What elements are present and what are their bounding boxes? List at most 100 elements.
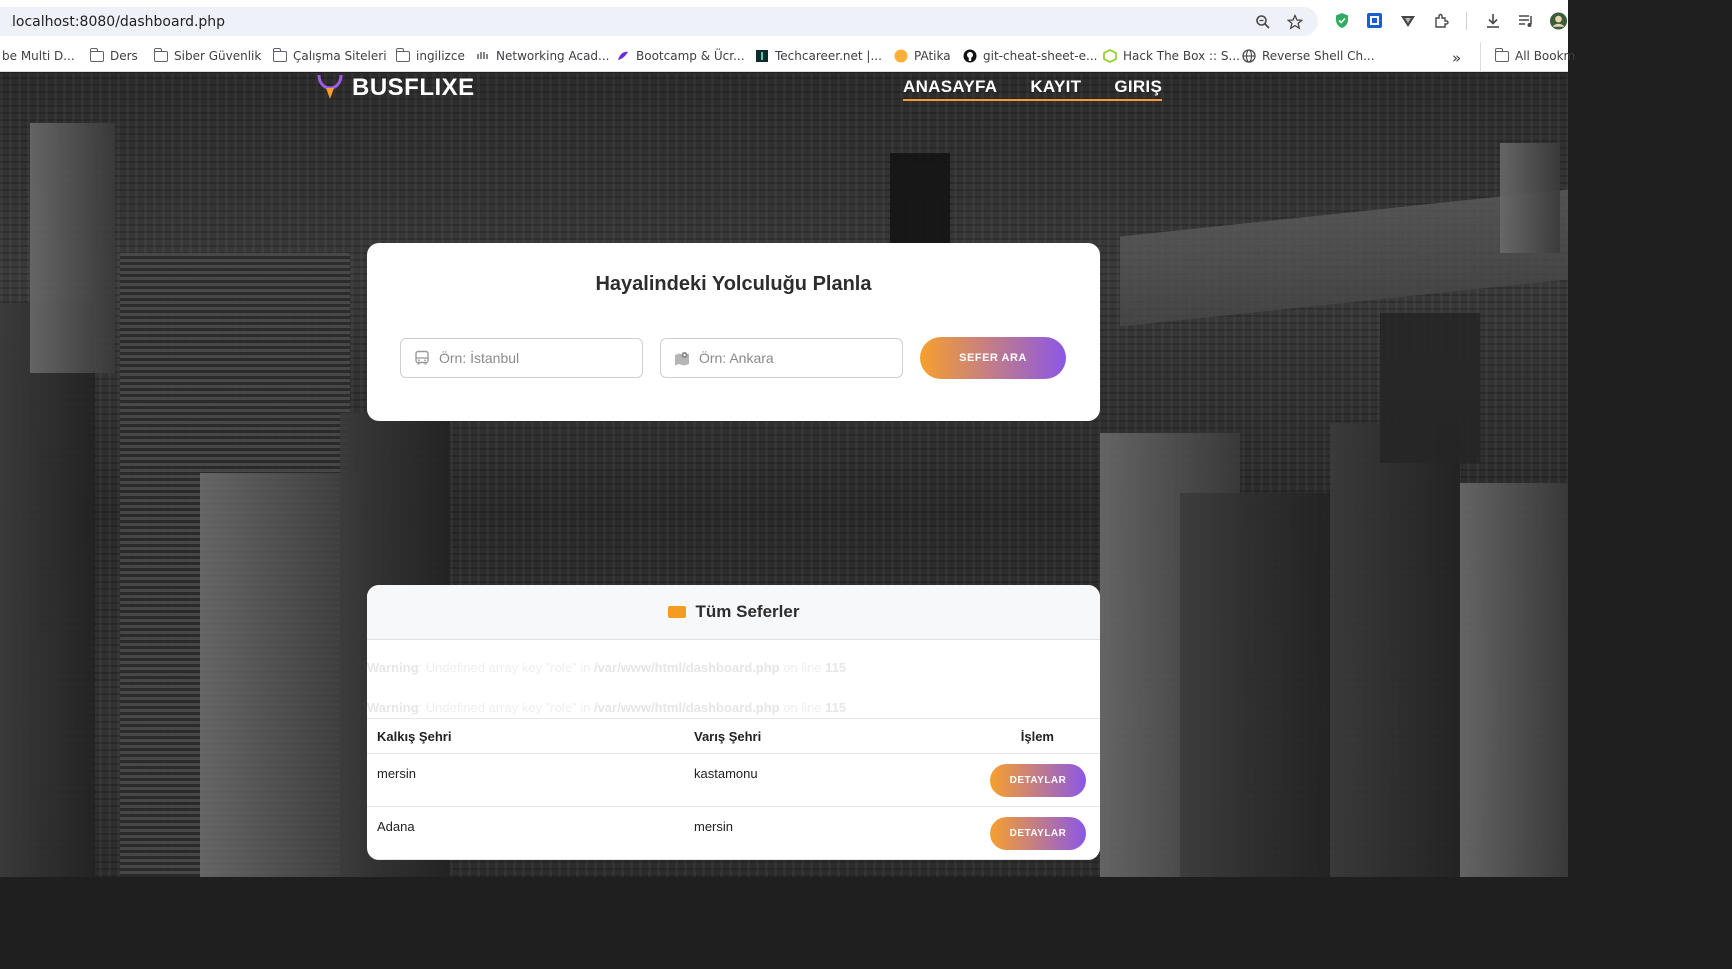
departure-city: mersin <box>367 753 684 807</box>
shield-extension-icon[interactable] <box>1332 11 1351 30</box>
brand-logo[interactable]: BUSFLIXE <box>316 73 475 103</box>
folder-icon <box>153 47 168 62</box>
bookmark-label: git-cheat-sheet-e... <box>983 49 1098 63</box>
building <box>1330 423 1460 877</box>
bookmark-label: Techcareer.net |... <box>775 49 882 63</box>
bookmark-hack-the-box[interactable]: Hack The Box :: S... <box>1103 49 1240 63</box>
search-trips-button[interactable]: SEFER ARA <box>920 337 1066 379</box>
bookmark-item[interactable]: be Multi D... <box>2 49 75 63</box>
folder-icon <box>395 47 410 62</box>
brand-name: BUSFLIXE <box>352 74 475 101</box>
bookmark-label: Hack The Box :: S... <box>1123 49 1240 63</box>
bus-icon <box>415 350 429 365</box>
trips-header: Tüm Seferler <box>367 585 1100 640</box>
globe-icon <box>1242 49 1256 63</box>
building <box>30 123 115 373</box>
profile-avatar-icon[interactable] <box>1549 11 1568 30</box>
bookmarks-bar: be Multi D... Ders Siber Güvenlik Çalışm… <box>0 42 1575 72</box>
action-cell: DETAYLAR <box>960 753 1100 807</box>
bookmarks-separator <box>1480 42 1481 72</box>
folder-icon <box>272 47 287 62</box>
column-header-departure: Kalkış Şehri <box>367 718 684 754</box>
trips-title: Tüm Seferler <box>695 602 800 621</box>
bookmark-reverse-shell[interactable]: Reverse Shell Ch... <box>1242 49 1375 63</box>
toolbar-separator <box>1466 11 1467 30</box>
bookmark-bootcamp[interactable]: Bootcamp & Ücr... <box>616 49 745 63</box>
bookmark-label: Networking Acad... <box>496 49 610 63</box>
bookmark-patika[interactable]: PAtika <box>894 49 951 63</box>
bookmark-label: Siber Güvenlik <box>174 49 262 63</box>
ticket-icon <box>667 606 686 618</box>
bookmark-folder-ingilizce[interactable]: ingilizce <box>395 47 465 63</box>
to-city-field[interactable] <box>660 338 903 378</box>
bookmark-label: Ders <box>110 49 138 63</box>
php-warning: Warning: Undefined array key "role" in /… <box>367 660 847 675</box>
bookmark-techcareer[interactable]: Techcareer.net |... <box>755 49 882 63</box>
bookmark-label: Reverse Shell Ch... <box>1262 49 1375 63</box>
folder-icon <box>1494 47 1509 62</box>
building <box>1180 493 1330 877</box>
arrival-city: mersin <box>684 806 960 860</box>
bookmark-folder-siber-guvenlik[interactable]: Siber Güvenlik <box>153 47 262 63</box>
bookmark-label: ingilizce <box>416 49 465 63</box>
from-city-input[interactable] <box>439 350 629 366</box>
bootcamp-icon <box>618 51 628 60</box>
bookmark-label: be Multi D... <box>2 49 75 63</box>
bookmark-git-cheat-sheet[interactable]: git-cheat-sheet-e... <box>963 49 1097 63</box>
column-header-arrival: Varış Şehri <box>684 718 960 754</box>
all-trips-card: Tüm Seferler Warning: Undefined array ke… <box>367 585 1100 860</box>
search-title: Hayalindeki Yolculuğu Planla <box>595 273 872 295</box>
column-header-action: İşlem <box>960 718 1100 754</box>
departure-city: Adana <box>367 806 684 860</box>
translate-extension-icon[interactable] <box>1365 11 1384 30</box>
address-bar[interactable]: localhost:8080/dashboard.php <box>0 7 1318 36</box>
building <box>1500 143 1560 253</box>
bookmark-label: All Bookm <box>1515 49 1576 63</box>
page-background: BUSFLIXE ANASAYFA KAYIT GIRIŞ Hayalindek… <box>0 73 1568 877</box>
bookmark-folder-ders[interactable]: Ders <box>89 47 138 63</box>
action-cell: DETAYLAR <box>960 806 1100 860</box>
bookmark-networking[interactable]: Networking Acad... <box>476 49 609 63</box>
browser-toolbar: localhost:8080/dashboard.php <box>0 0 1568 42</box>
building <box>0 303 95 877</box>
media-queue-icon[interactable] <box>1516 11 1535 30</box>
map-pin-icon <box>317 75 343 99</box>
table-header-row: Kalkış Şehri Varış Şehri İşlem <box>367 718 1100 754</box>
url-text[interactable]: localhost:8080/dashboard.php <box>12 14 225 30</box>
to-city-input[interactable] <box>699 350 889 366</box>
php-warning: Warning: Undefined array key "role" in /… <box>367 700 847 715</box>
table-row: Adana mersin DETAYLAR <box>367 806 1100 860</box>
bookmark-star-icon[interactable] <box>1286 13 1304 31</box>
nav-giris[interactable]: GIRIŞ <box>1114 77 1162 97</box>
bookmark-label: Bootcamp & Ücr... <box>636 49 745 63</box>
htb-icon <box>1103 49 1117 63</box>
extensions-puzzle-icon[interactable] <box>1431 11 1450 30</box>
nav-kayit[interactable]: KAYIT <box>1030 77 1081 97</box>
bookmark-folder-calisma-siteleri[interactable]: Çalışma Siteleri <box>272 47 387 63</box>
chevron-double-icon: » <box>1452 49 1462 67</box>
trip-search-card: Hayalindeki Yolculuğu Planla SEFER ARA <box>367 243 1100 421</box>
trips-table: Kalkış Şehri Varış Şehri İşlem mersin ka… <box>367 718 1100 860</box>
bookmarks-overflow-button[interactable]: » <box>1452 49 1461 67</box>
download-icon[interactable] <box>1483 11 1502 30</box>
bookmark-label: PAtika <box>914 49 951 63</box>
map-location-icon <box>675 352 689 366</box>
building <box>1380 313 1480 463</box>
main-nav: ANASAYFA KAYIT GIRIŞ <box>903 77 1163 101</box>
details-button[interactable]: DETAYLAR <box>990 816 1086 850</box>
details-button[interactable]: DETAYLAR <box>990 763 1086 797</box>
github-icon <box>963 49 977 63</box>
cisco-icon <box>477 52 488 59</box>
folder-icon <box>89 47 104 62</box>
nav-anasayfa[interactable]: ANASAYFA <box>903 77 997 97</box>
techcareer-icon <box>756 50 768 62</box>
building <box>200 473 360 877</box>
bookmark-label: Çalışma Siteleri <box>293 49 387 63</box>
from-city-field[interactable] <box>400 338 643 378</box>
vpn-extension-icon[interactable] <box>1398 11 1417 30</box>
building <box>1460 483 1568 877</box>
patika-icon <box>894 49 908 63</box>
table-row: mersin kastamonu DETAYLAR <box>367 753 1100 807</box>
all-bookmarks-button[interactable]: All Bookm <box>1494 47 1576 63</box>
zoom-icon[interactable] <box>1254 13 1272 31</box>
